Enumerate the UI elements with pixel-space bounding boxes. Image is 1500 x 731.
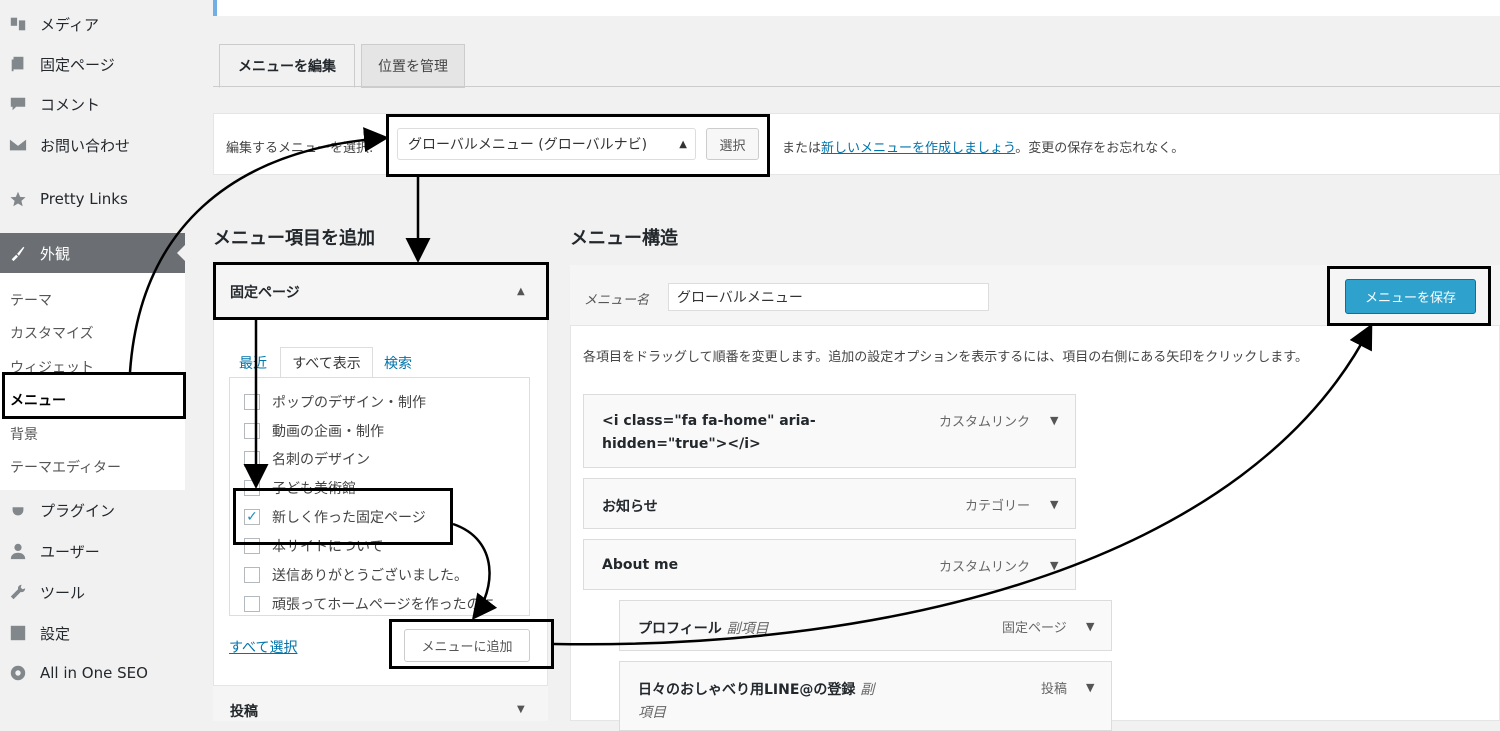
annotation-arrows [128,127,1373,646]
